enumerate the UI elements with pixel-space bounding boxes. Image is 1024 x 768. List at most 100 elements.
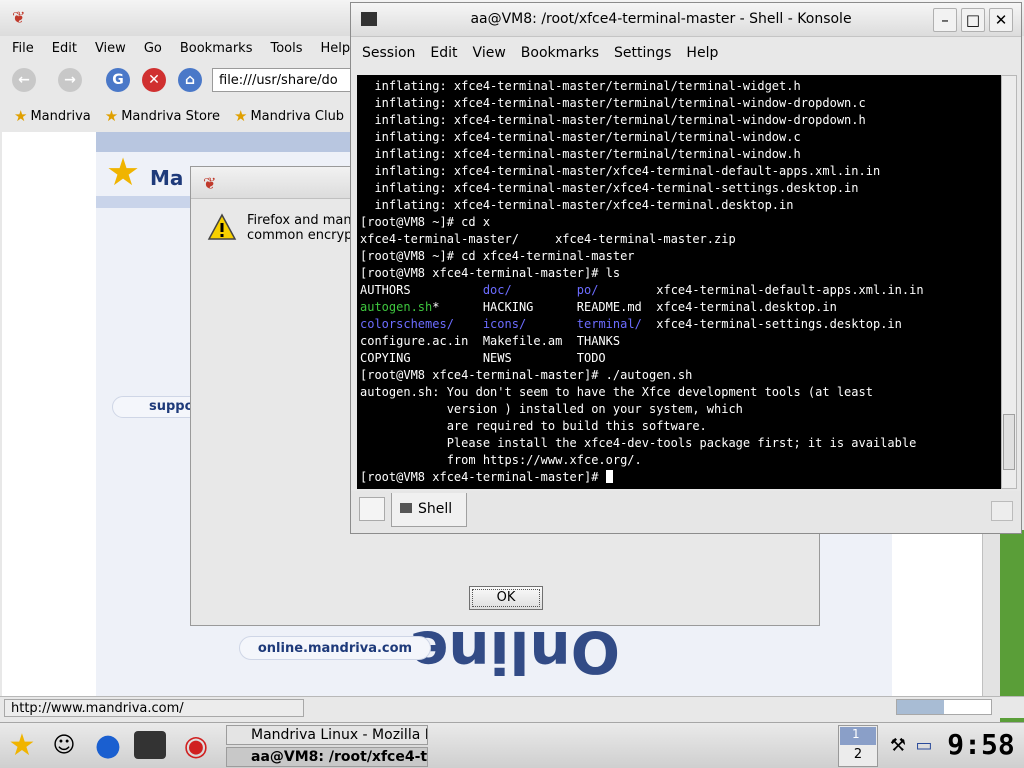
menu-help[interactable]: Help bbox=[309, 41, 357, 56]
dialog-message: Firefox and man common encrypt bbox=[247, 213, 357, 243]
terminal-line: colorschemes/ icons/ terminal/ xfce4-ter… bbox=[360, 317, 902, 331]
terminal-line: inflating: xfce4-terminal-master/termina… bbox=[360, 79, 801, 93]
start-menu-star-icon[interactable]: ★ bbox=[4, 727, 40, 763]
terminal-line: from https://www.xfce.org/. bbox=[360, 453, 642, 467]
status-text: http://www.mandriva.com/ bbox=[4, 699, 304, 717]
menu-bookmarks[interactable]: Bookmarks bbox=[521, 45, 599, 61]
terminal-line: AUTHORS doc/ po/ xfce4-terminal-default-… bbox=[360, 283, 924, 297]
dialog-message-line: common encrypt bbox=[247, 228, 357, 243]
terminal-line: [root@VM8 xfce4-terminal-master]# ./auto… bbox=[360, 368, 693, 382]
menu-edit[interactable]: Edit bbox=[40, 41, 83, 56]
terminal-line: autogen.sh: You don't seem to have the X… bbox=[360, 385, 873, 399]
terminal-scrollbar[interactable] bbox=[1001, 75, 1017, 489]
terminal-line: autogen.sh* HACKING README.md xfce4-term… bbox=[360, 300, 837, 314]
konsole-titlebar[interactable]: aa@VM8: /root/xfce4-terminal-master - Sh… bbox=[351, 3, 1021, 37]
bookmarks-toolbar: ★ Mandriva ★ Mandriva Store ★ Mandriva Club bbox=[0, 102, 360, 130]
user-desktop-icon[interactable]: ☺ bbox=[46, 727, 82, 763]
url-bar[interactable]: file:///usr/share/do bbox=[212, 68, 362, 92]
konsole-menubar: Session Edit View Bookmarks Settings Hel… bbox=[351, 41, 1021, 65]
menu-file[interactable]: File bbox=[0, 41, 40, 56]
warning-icon bbox=[207, 213, 237, 240]
close-tab-icon[interactable] bbox=[991, 501, 1013, 521]
menu-go[interactable]: Go bbox=[132, 41, 168, 56]
terminal-line: version ) installed on your system, whic… bbox=[360, 402, 743, 416]
home-icon[interactable]: ⌂ bbox=[178, 68, 202, 92]
task-konsole[interactable]: aa@VM8: /root/xfce4-tern bbox=[226, 747, 428, 767]
terminal-line: inflating: xfce4-terminal-master/termina… bbox=[360, 113, 866, 127]
menu-edit[interactable]: Edit bbox=[430, 45, 457, 61]
logo-text: Ma bbox=[150, 166, 184, 190]
bookmark-mandriva-club[interactable]: ★ Mandriva Club bbox=[234, 107, 344, 125]
terminal-line: inflating: xfce4-terminal-master/termina… bbox=[360, 130, 801, 144]
konsole-tabbar: Shell bbox=[351, 491, 1021, 533]
reload-icon[interactable]: G bbox=[106, 68, 130, 92]
desktop-pager: 1 2 bbox=[838, 725, 878, 767]
task-firefox[interactable]: Mandriva Linux - Mozilla Fi bbox=[226, 725, 428, 745]
firefox-app-icon: ❦ bbox=[203, 174, 217, 193]
desktop-2[interactable]: 2 bbox=[840, 747, 876, 765]
back-icon[interactable]: ← bbox=[12, 68, 36, 92]
web-browser-icon[interactable]: ● bbox=[90, 727, 126, 763]
menu-session[interactable]: Session bbox=[362, 45, 415, 61]
terminal-icon bbox=[400, 503, 412, 513]
taskbar: ★ ☺ ● ◉ Mandriva Linux - Mozilla Fi aa@V… bbox=[0, 722, 1024, 768]
terminal-line: inflating: xfce4-terminal-master/xfce4-t… bbox=[360, 198, 794, 212]
update-icon[interactable]: ◉ bbox=[178, 727, 214, 763]
terminal-line: Please install the xfce4-dev-tools packa… bbox=[360, 436, 917, 450]
bookmark-label: Mandriva bbox=[30, 108, 91, 124]
terminal-line: inflating: xfce4-terminal-master/termina… bbox=[360, 147, 801, 161]
star-icon: ★ bbox=[14, 107, 28, 125]
terminal-line: inflating: xfce4-terminal-master/xfce4-t… bbox=[360, 181, 859, 195]
terminal-line: [root@VM8 xfce4-terminal-master]# ls bbox=[360, 266, 621, 280]
forward-icon[interactable]: → bbox=[58, 68, 82, 92]
bookmark-mandriva[interactable]: ★ Mandriva bbox=[14, 107, 91, 125]
menu-help[interactable]: Help bbox=[686, 45, 718, 61]
minimize-button[interactable]: – bbox=[933, 8, 957, 32]
menu-bookmarks[interactable]: Bookmarks bbox=[168, 41, 259, 56]
desktop-background bbox=[1000, 530, 1024, 722]
progress-bar bbox=[896, 699, 992, 715]
star-icon: ★ bbox=[106, 150, 141, 194]
terminal-line: [root@VM8 ~]# cd x bbox=[360, 215, 491, 229]
terminal-line: are required to build this software. bbox=[360, 419, 707, 433]
terminal-line: inflating: xfce4-terminal-master/termina… bbox=[360, 96, 866, 110]
terminal-icon[interactable] bbox=[134, 731, 166, 759]
bookmark-mandriva-store[interactable]: ★ Mandriva Store bbox=[105, 107, 220, 125]
new-session-icon[interactable] bbox=[359, 497, 385, 521]
tab-shell[interactable]: Shell bbox=[391, 493, 467, 527]
stop-icon[interactable]: ✕ bbox=[142, 68, 166, 92]
terminal-line: inflating: xfce4-terminal-master/xfce4-t… bbox=[360, 164, 881, 178]
desktop-1[interactable]: 1 bbox=[840, 727, 876, 745]
firefox-app-icon: ❦ bbox=[12, 8, 26, 27]
online-mandriva-link[interactable]: online.mandriva.com bbox=[239, 636, 431, 660]
terminal-line: configure.ac.in Makefile.am THANKS bbox=[360, 334, 621, 348]
close-button[interactable]: ✕ bbox=[989, 8, 1013, 32]
dialog-message-line: Firefox and man bbox=[247, 213, 352, 228]
tab-label: Shell bbox=[418, 501, 453, 517]
terminal-line: COPYING NEWS TODO bbox=[360, 351, 606, 365]
terminal-cursor bbox=[605, 470, 613, 483]
window-title: aa@VM8: /root/xfce4-terminal-master - Sh… bbox=[470, 11, 852, 27]
terminal-line: [root@VM8 xfce4-terminal-master]# bbox=[360, 469, 1001, 486]
terminal-app-icon bbox=[361, 12, 377, 26]
star-icon: ★ bbox=[104, 107, 119, 125]
display-icon[interactable]: ▭ bbox=[906, 727, 942, 763]
menu-view[interactable]: View bbox=[473, 45, 506, 61]
status-bar: http://www.mandriva.com/ bbox=[0, 696, 1024, 718]
scrollbar-thumb[interactable] bbox=[1003, 414, 1015, 470]
bookmark-label: Mandriva Store bbox=[121, 108, 220, 124]
menu-view[interactable]: View bbox=[83, 41, 132, 56]
terminal-line: xfce4-terminal-master/ xfce4-terminal-ma… bbox=[360, 232, 736, 246]
terminal-output[interactable]: inflating: xfce4-terminal-master/termina… bbox=[357, 75, 1001, 489]
maximize-button[interactable]: □ bbox=[961, 8, 985, 32]
bookmark-label: Mandriva Club bbox=[250, 108, 345, 124]
menu-tools[interactable]: Tools bbox=[258, 41, 308, 56]
konsole-window: aa@VM8: /root/xfce4-terminal-master - Sh… bbox=[350, 2, 1022, 534]
terminal-line: [root@VM8 ~]# cd xfce4-terminal-master bbox=[360, 249, 635, 263]
menu-settings[interactable]: Settings bbox=[614, 45, 671, 61]
firefox-menubar: File Edit View Go Bookmarks Tools Help bbox=[0, 36, 360, 60]
progress-fill bbox=[897, 700, 944, 714]
ok-button[interactable]: OK bbox=[469, 586, 543, 610]
clock: 9:58 bbox=[947, 728, 1015, 761]
star-icon: ★ bbox=[234, 107, 248, 125]
